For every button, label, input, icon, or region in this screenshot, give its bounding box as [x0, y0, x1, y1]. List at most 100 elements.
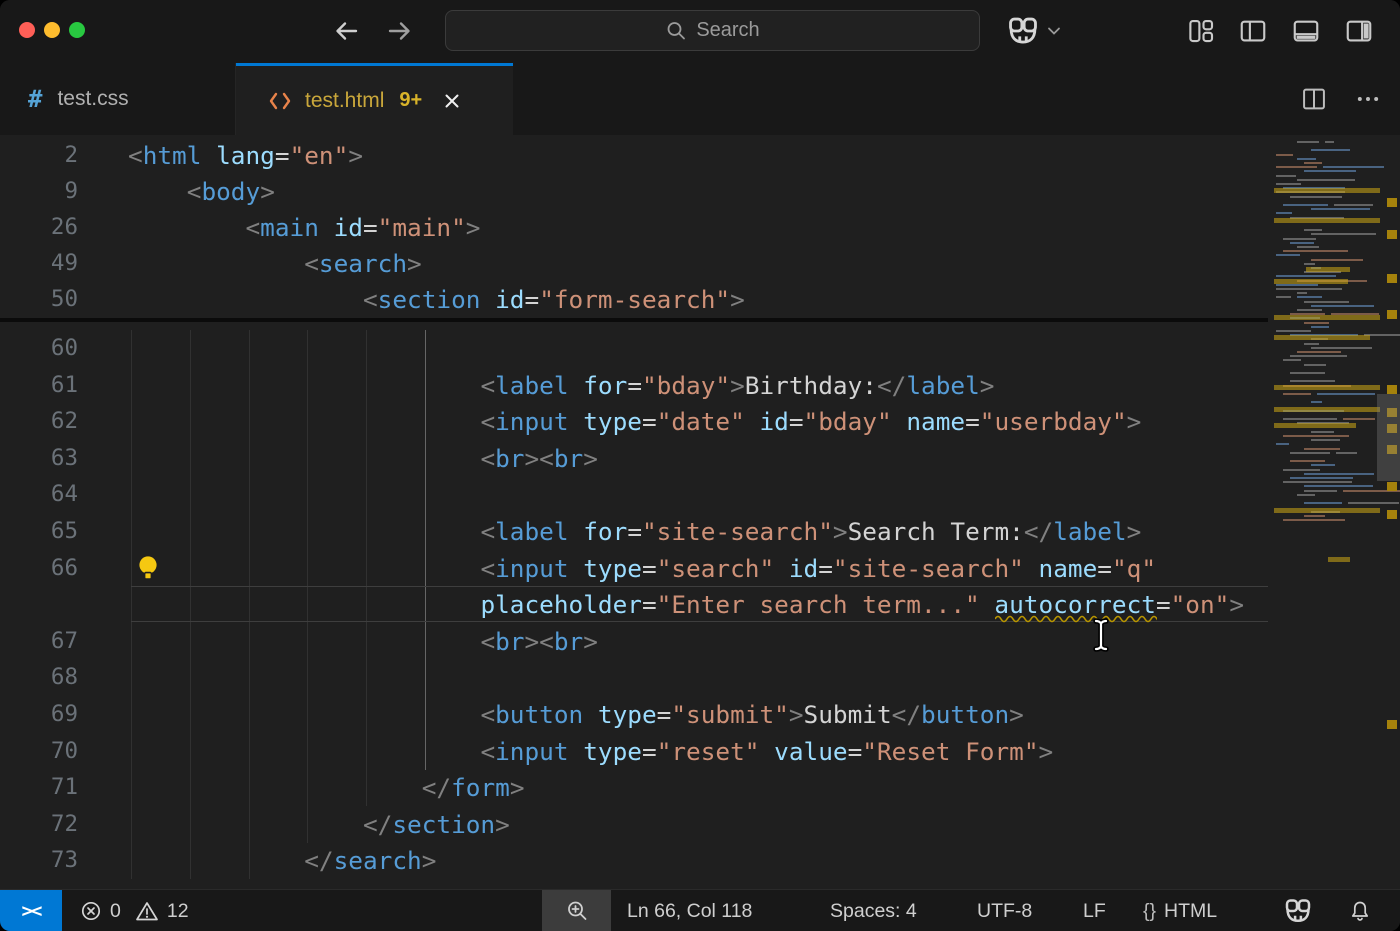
close-window-button[interactable]	[19, 22, 35, 38]
indent-guide	[307, 476, 308, 513]
title-bar: Search	[0, 0, 1400, 63]
code-line-62[interactable]: 62 <input type="date" id="bday" name="us…	[0, 403, 1268, 440]
line-number: 60	[0, 330, 78, 367]
zoom-window-button[interactable]	[69, 22, 85, 38]
tab-label: test.css	[57, 87, 128, 111]
code-line-68[interactable]: 68	[0, 659, 1268, 696]
minimap-code-line	[1297, 351, 1341, 353]
code-line-wrap[interactable]: placeholder="Enter search term..." autoc…	[0, 586, 1268, 623]
indentation-indicator[interactable]: Spaces: 4	[830, 890, 917, 931]
code-line-66[interactable]: 66 <input type="search" id="site-search"…	[0, 550, 1268, 587]
minimap-code-line	[1276, 275, 1336, 277]
code-line-49[interactable]: 49 <search>	[0, 245, 1268, 282]
overview-ruler	[1386, 135, 1400, 889]
copilot-status-icon[interactable]	[1283, 890, 1313, 931]
problems-badge: 9+	[399, 89, 422, 112]
code-line-71[interactable]: 71 </form>	[0, 769, 1268, 806]
minimap-warning-highlight	[1274, 335, 1370, 340]
line-number: 66	[0, 550, 78, 587]
problems-indicator[interactable]: 0 12	[80, 890, 189, 931]
minimap-code-line	[1311, 326, 1329, 328]
sticky-scroll[interactable]: 2<html lang="en">9 <body>26 <main id="ma…	[0, 135, 1268, 322]
code-line-60[interactable]: 60	[0, 330, 1268, 367]
code-line-63[interactable]: 63 <br><br>	[0, 440, 1268, 477]
line-number: 9	[0, 173, 78, 210]
minimap-code-line	[1323, 166, 1383, 168]
more-actions-icon[interactable]	[1354, 85, 1382, 113]
minimap-code-line	[1304, 502, 1342, 504]
code-line-65[interactable]: 65 <label for="site-search">Search Term:…	[0, 513, 1268, 550]
overview-ruler-warning-mark	[1387, 720, 1397, 729]
code-line-72[interactable]: 72 </section>	[0, 806, 1268, 843]
minimap-code-line	[1304, 229, 1322, 231]
code-line-61[interactable]: 61 <label for="bday">Birthday:</label>	[0, 367, 1268, 404]
split-editor-icon[interactable]	[1300, 85, 1328, 113]
remote-indicator[interactable]: ><	[0, 890, 62, 931]
cursor-position[interactable]: Ln 66, Col 118	[627, 890, 752, 931]
minimap-code-line	[1283, 469, 1320, 471]
minimap-code-line	[1283, 481, 1352, 483]
minimap-warning-highlight	[1274, 385, 1380, 390]
code-line-64[interactable]: 64	[0, 476, 1268, 513]
vertical-scrollbar[interactable]	[1377, 394, 1400, 481]
minimap-code-line	[1290, 477, 1353, 479]
minimap-warning-highlight	[1274, 407, 1380, 412]
toggle-primary-sidebar-button[interactable]	[1238, 16, 1268, 46]
line-number: 50	[0, 281, 78, 318]
minimap-code-line	[1276, 330, 1311, 332]
indent-guide	[190, 330, 191, 367]
minimap-code-line	[1290, 452, 1330, 454]
chevron-down-icon	[1046, 25, 1062, 37]
language-mode-indicator[interactable]: {} HTML	[1143, 890, 1217, 931]
line-number: 68	[0, 659, 78, 696]
copilot-menu-button[interactable]	[1006, 13, 1068, 49]
customize-layout-button[interactable]	[1186, 16, 1216, 46]
navigate-back-button[interactable]	[330, 15, 362, 47]
editor-pane[interactable]: 6061 <label for="bday">Birthday:</label>…	[0, 135, 1400, 889]
line-number: 65	[0, 513, 78, 550]
close-tab-icon[interactable]	[441, 90, 463, 112]
eol-indicator[interactable]: LF	[1083, 890, 1106, 931]
search-command-center[interactable]: Search	[445, 10, 980, 51]
minimap-code-line	[1283, 418, 1337, 420]
zoom-indicator[interactable]	[542, 890, 611, 931]
minimap-code-line	[1304, 515, 1325, 517]
code-line-50[interactable]: 50 <section id="form-search">	[0, 281, 1268, 318]
code-line-73[interactable]: 73 </search>	[0, 842, 1268, 879]
code-line-70[interactable]: 70 <input type="reset" value="Reset Form…	[0, 733, 1268, 770]
minimap-code-line	[1343, 418, 1375, 420]
minimap-code-line	[1311, 439, 1340, 441]
indent-guide	[366, 330, 367, 367]
toggle-panel-button[interactable]	[1291, 16, 1321, 46]
code-line-26[interactable]: 26 <main id="main">	[0, 209, 1268, 246]
tab-test-css[interactable]: # test.css	[0, 63, 236, 135]
minimap-code-line	[1276, 288, 1342, 290]
code-line-69[interactable]: 69 <button type="submit">Submit</button>	[0, 696, 1268, 733]
line-number: 64	[0, 476, 78, 513]
code-line-2[interactable]: 2<html lang="en">	[0, 137, 1268, 174]
minimap[interactable]	[1272, 135, 1386, 889]
notifications-bell-icon[interactable]	[1348, 890, 1372, 931]
toggle-secondary-sidebar-button[interactable]	[1344, 16, 1374, 46]
minimap-code-line	[1297, 309, 1322, 311]
encoding-indicator[interactable]: UTF-8	[977, 890, 1032, 931]
minimap-code-line	[1311, 431, 1334, 433]
minimap-code-line	[1304, 473, 1374, 475]
navigate-forward-button[interactable]	[384, 15, 416, 47]
minimize-window-button[interactable]	[44, 22, 60, 38]
indent-guide	[366, 476, 367, 513]
code-text: <html lang="en">	[128, 137, 363, 174]
minimap-code-line	[1290, 460, 1325, 462]
code-line-9[interactable]: 9 <body>	[0, 173, 1268, 210]
overview-ruler-warning-mark	[1387, 510, 1397, 519]
minimap-code-line	[1311, 233, 1376, 235]
code-line-67[interactable]: 67 <br><br>	[0, 623, 1268, 660]
tab-test-html[interactable]: test.html 9+	[236, 63, 513, 135]
minimap-code-line	[1276, 154, 1293, 156]
minimap-code-line	[1297, 292, 1307, 294]
copilot-icon	[1006, 15, 1040, 47]
code-text: <input type="date" id="bday" name="userb…	[128, 403, 1141, 440]
lightbulb-quickfix-icon[interactable]	[136, 554, 160, 582]
indent-guide	[190, 659, 191, 696]
minimap-code-line	[1283, 435, 1349, 437]
